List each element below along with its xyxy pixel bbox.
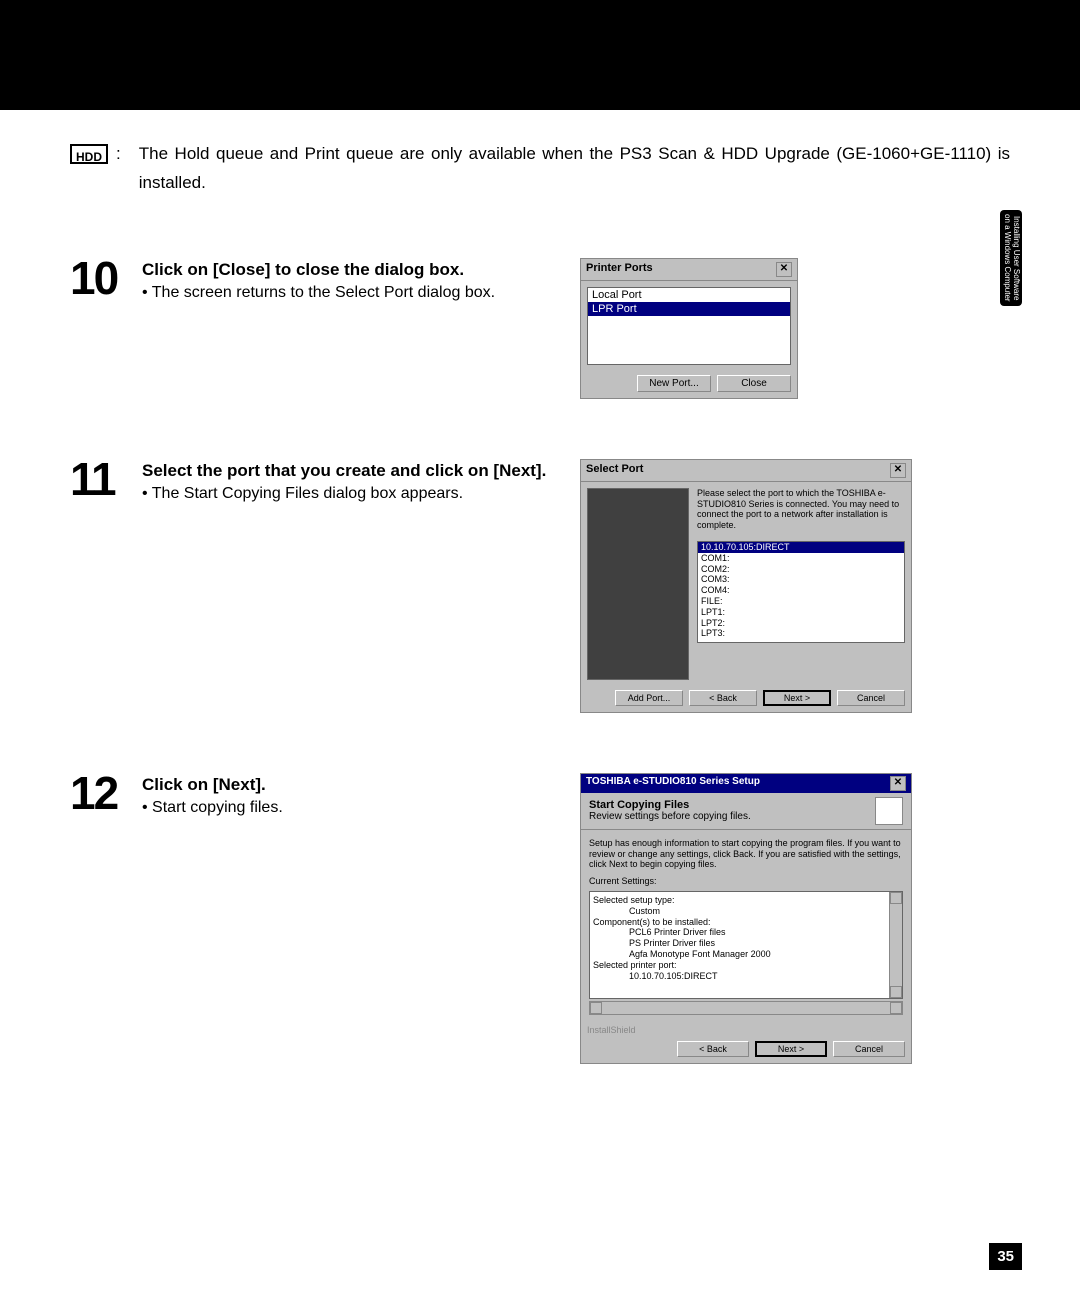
- next-button[interactable]: Next >: [755, 1041, 827, 1057]
- current-settings-label: Current Settings:: [589, 876, 903, 887]
- wizard-image: [587, 488, 689, 680]
- cancel-button[interactable]: Cancel: [837, 690, 905, 706]
- scroll-left-icon[interactable]: [590, 1002, 602, 1014]
- header-black-bar: [0, 0, 1080, 110]
- list-item[interactable]: LPT3:: [698, 628, 904, 639]
- side-tab: Installing User Software on a Windows Co…: [1000, 210, 1022, 306]
- step-number: 12: [70, 773, 134, 817]
- page-number: 35: [989, 1243, 1022, 1270]
- close-icon[interactable]: ✕: [890, 776, 906, 791]
- next-button[interactable]: Next >: [763, 690, 831, 706]
- step-sub: Start copying files.: [142, 799, 550, 817]
- step-number: 11: [70, 459, 134, 503]
- step-11: 11 Select the port that you create and c…: [70, 459, 1010, 713]
- dialog-title: Select Port: [586, 463, 643, 478]
- scroll-right-icon[interactable]: [890, 1002, 902, 1014]
- settings-line: PS Printer Driver files: [593, 938, 899, 949]
- port-type-list[interactable]: Local Port LPR Port: [587, 287, 791, 365]
- step-10: 10 Click on [Close] to close the dialog …: [70, 258, 1010, 399]
- installshield-label: InstallShield: [581, 1023, 911, 1037]
- settings-line: PCL6 Printer Driver files: [593, 927, 899, 938]
- start-copying-files-dialog: TOSHIBA e-STUDIO810 Series Setup ✕ Start…: [580, 773, 912, 1064]
- scrollbar-horizontal[interactable]: [589, 1001, 903, 1015]
- settings-line: 10.10.70.105:DIRECT: [593, 971, 899, 982]
- step-sub: The Start Copying Files dialog box appea…: [142, 485, 550, 503]
- list-item[interactable]: 10.10.70.105:DIRECT: [698, 542, 904, 553]
- back-button[interactable]: < Back: [677, 1041, 749, 1057]
- list-item[interactable]: COM2:: [698, 564, 904, 575]
- dialog-description: Setup has enough information to start co…: [589, 838, 903, 870]
- step-12: 12 Click on [Next]. Start copying files.…: [70, 773, 1010, 1064]
- list-item[interactable]: Local Port: [588, 288, 790, 302]
- scroll-up-icon[interactable]: [890, 892, 902, 904]
- wizard-subheading: Review settings before copying files.: [589, 811, 751, 822]
- printer-ports-dialog: Printer Ports ✕ Local Port LPR Port New …: [580, 258, 798, 399]
- hdd-icon: HDD: [70, 144, 108, 164]
- step-heading: Select the port that you create and clic…: [142, 461, 550, 481]
- settings-line: Component(s) to be installed:: [593, 917, 899, 928]
- list-item[interactable]: FILE:: [698, 596, 904, 607]
- list-item[interactable]: LPT1:: [698, 607, 904, 618]
- new-port-button[interactable]: New Port...: [637, 375, 711, 392]
- close-icon[interactable]: ✕: [890, 463, 906, 478]
- settings-line: Selected printer port:: [593, 960, 899, 971]
- step-sub: The screen returns to the Select Port di…: [142, 284, 550, 302]
- list-item[interactable]: COM4:: [698, 585, 904, 596]
- printer-icon: [875, 797, 903, 825]
- back-button[interactable]: < Back: [689, 690, 757, 706]
- list-item[interactable]: COM3:: [698, 574, 904, 585]
- select-port-dialog: Select Port ✕ Please select the port to …: [580, 459, 912, 713]
- hdd-note: HDD : The Hold queue and Print queue are…: [70, 140, 1010, 198]
- dialog-title-bar: Printer Ports ✕: [581, 259, 797, 281]
- scroll-down-icon[interactable]: [890, 986, 902, 998]
- step-number: 10: [70, 258, 134, 302]
- list-item[interactable]: COM1:: [698, 553, 904, 564]
- dialog-description: Please select the port to which the TOSH…: [697, 488, 905, 531]
- hdd-text: The Hold queue and Print queue are only …: [139, 140, 1010, 198]
- wizard-heading: Start Copying Files: [589, 799, 751, 811]
- hdd-colon: :: [116, 140, 121, 198]
- add-port-button[interactable]: Add Port...: [615, 690, 683, 706]
- scrollbar-vertical[interactable]: [889, 892, 902, 998]
- dialog-title-bar: Select Port ✕: [581, 460, 911, 482]
- dialog-title-bar: TOSHIBA e-STUDIO810 Series Setup ✕: [581, 774, 911, 793]
- cancel-button[interactable]: Cancel: [833, 1041, 905, 1057]
- step-heading: Click on [Close] to close the dialog box…: [142, 260, 550, 280]
- step-heading: Click on [Next].: [142, 775, 550, 795]
- close-icon[interactable]: ✕: [776, 262, 792, 277]
- port-list[interactable]: 10.10.70.105:DIRECT COM1: COM2: COM3: CO…: [697, 541, 905, 643]
- list-item[interactable]: LPT2:: [698, 618, 904, 629]
- settings-line: Agfa Monotype Font Manager 2000: [593, 949, 899, 960]
- settings-listbox[interactable]: Selected setup type: Custom Component(s)…: [589, 891, 903, 999]
- close-button[interactable]: Close: [717, 375, 791, 392]
- dialog-title: Printer Ports: [586, 262, 653, 277]
- list-item[interactable]: LPR Port: [588, 302, 790, 316]
- settings-line: Selected setup type:: [593, 895, 899, 906]
- settings-line: Custom: [593, 906, 899, 917]
- dialog-title: TOSHIBA e-STUDIO810 Series Setup: [586, 776, 760, 791]
